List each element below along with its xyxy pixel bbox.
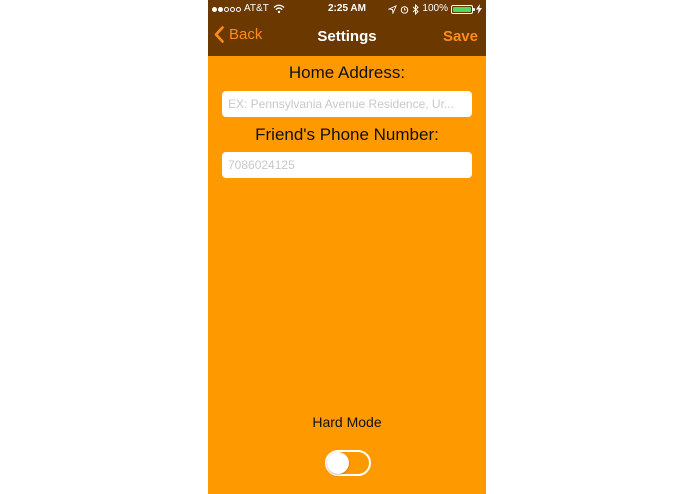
charging-bolt-icon [476,4,482,14]
navigation-bar: Back Settings Save [208,18,486,56]
battery-icon [451,4,475,14]
home-address-input[interactable] [222,91,472,117]
status-bar: AT&T 2:25 AM 100% [208,0,486,18]
alarm-clock-icon [401,5,409,14]
save-button[interactable]: Save [443,28,478,45]
battery-fill [453,6,471,12]
location-arrow-icon [388,4,398,14]
phone-number-label: Friend's Phone Number: [255,125,439,144]
battery-percent: 100% [422,3,448,14]
phone-number-input[interactable] [222,152,472,178]
status-right: 100% [388,0,482,18]
bluetooth-icon [413,3,420,15]
app-screen: AT&T 2:25 AM 100% Back Settings Save Hom… [208,0,486,494]
hard-mode-toggle[interactable] [325,450,371,476]
toggle-knob [327,452,349,474]
home-address-label: Home Address: [288,63,406,82]
hard-mode-label: Hard Mode [312,414,382,430]
